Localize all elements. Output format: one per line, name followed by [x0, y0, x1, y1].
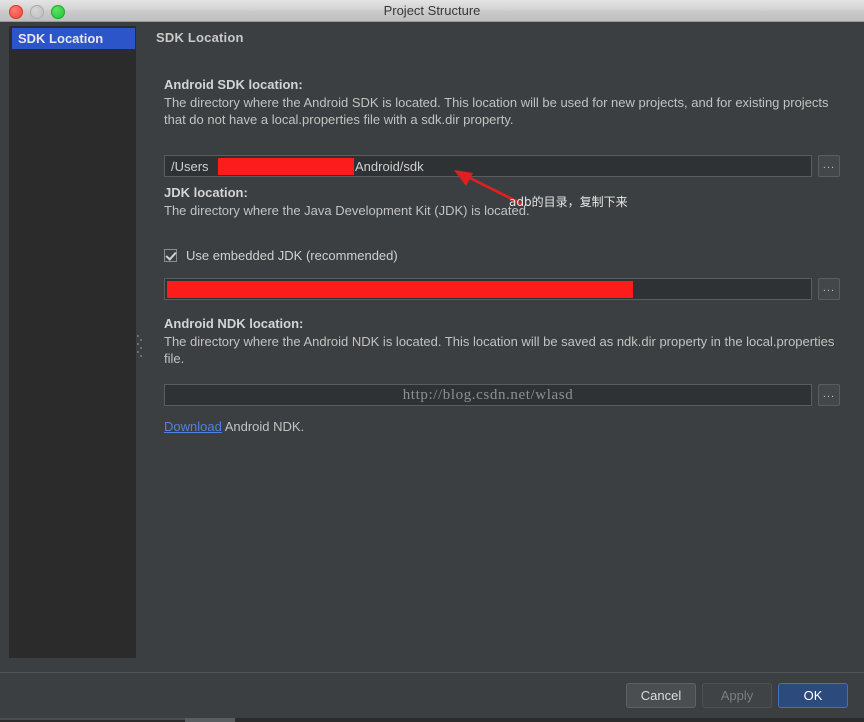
android-sdk-location-description: The directory where the Android SDK is l… — [164, 95, 829, 127]
annotation-caption: adb的目录，复制下来 — [509, 195, 628, 209]
sidebar-item-label: SDK Location — [18, 31, 104, 46]
download-ndk-line: Download Android NDK. — [164, 419, 304, 434]
window-title: Project Structure — [383, 3, 481, 18]
download-ndk-rest: Android NDK. — [221, 419, 305, 434]
background-window-sliver — [0, 718, 864, 722]
android-ndk-location-description: The directory where the Android NDK is l… — [164, 334, 835, 366]
content-pane: SDK Location Android SDK location: The d… — [148, 22, 858, 672]
cancel-button[interactable]: Cancel — [626, 683, 696, 708]
android-sdk-location-input[interactable]: /Users Android/sdk — [164, 155, 812, 177]
page-title: SDK Location — [156, 30, 244, 45]
jdk-location-description: The directory where the Java Development… — [164, 203, 530, 218]
project-structure-window: Project Structure SDK Location SDK Locat… — [0, 0, 864, 722]
splitter-handle[interactable] — [137, 335, 142, 357]
jdk-browse-button[interactable]: ... — [818, 278, 840, 300]
jdk-location-input[interactable] — [164, 278, 812, 300]
dialog-footer: Cancel Apply OK — [0, 673, 864, 718]
window-titlebar: Project Structure — [0, 0, 864, 22]
download-ndk-link[interactable]: Download — [164, 419, 222, 434]
background-window-edge — [0, 718, 185, 720]
sidebar-item-sdk-location[interactable]: SDK Location — [12, 28, 135, 49]
use-embedded-jdk-label: Use embedded JDK (recommended) — [186, 248, 398, 263]
dialog-body: SDK Location SDK Location Android SDK lo… — [0, 22, 864, 672]
android-sdk-location-value-suffix: Android/sdk — [355, 159, 424, 174]
use-embedded-jdk-checkbox[interactable] — [164, 249, 177, 262]
redaction-bar-sdk-path — [218, 158, 354, 175]
sidebar: SDK Location — [9, 26, 136, 658]
android-ndk-location-input[interactable]: http://blog.csdn.net/wlasd — [164, 384, 812, 406]
android-sdk-location-value-prefix: /Users — [171, 159, 209, 174]
ok-button[interactable]: OK — [778, 683, 848, 708]
csdn-watermark: http://blog.csdn.net/wlasd — [402, 387, 574, 403]
android-sdk-location-label: Android SDK location: — [164, 77, 303, 92]
android-sdk-browse-button[interactable]: ... — [818, 155, 840, 177]
android-ndk-browse-button[interactable]: ... — [818, 384, 840, 406]
apply-button[interactable]: Apply — [702, 683, 772, 708]
android-ndk-location-label: Android NDK location: — [164, 316, 304, 331]
redaction-bar-jdk-path — [167, 281, 633, 298]
jdk-location-label: JDK location: — [164, 185, 248, 200]
background-window-tab — [185, 718, 235, 722]
